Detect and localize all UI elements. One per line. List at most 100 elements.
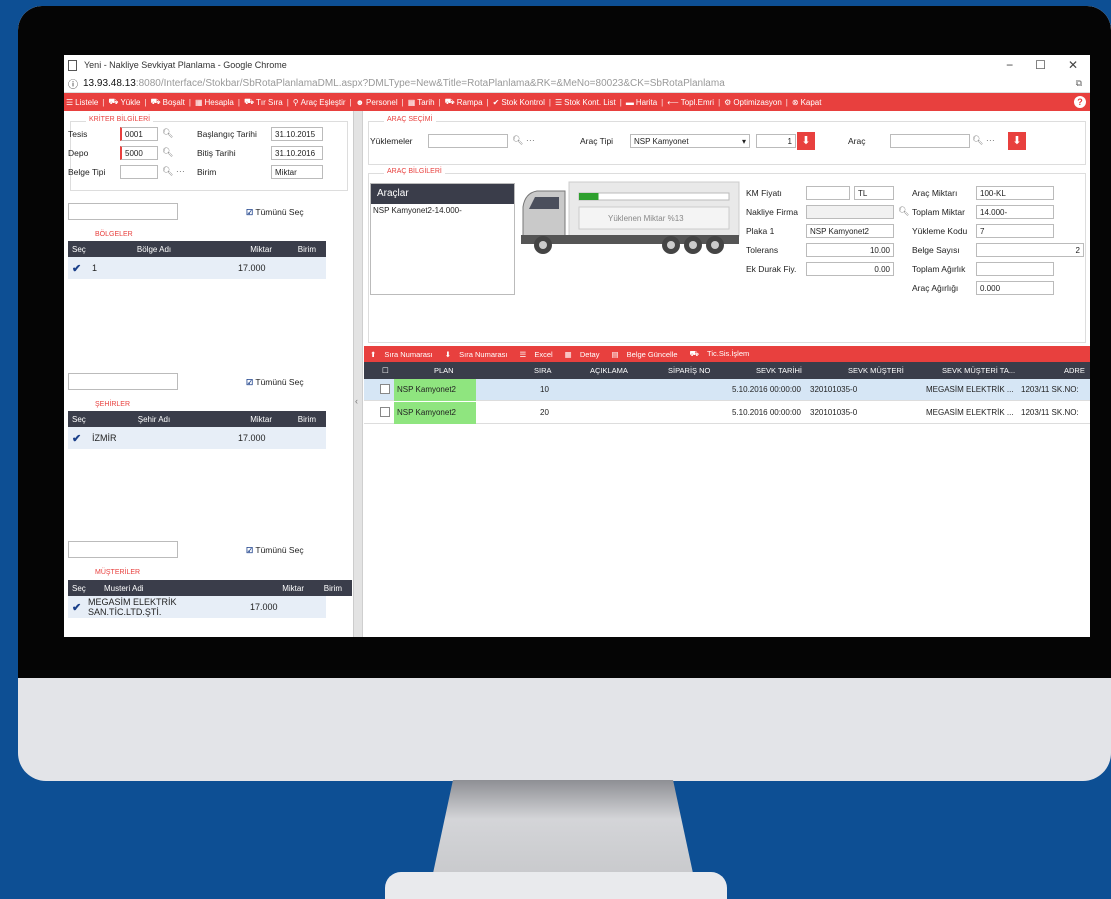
menu-kapat[interactable]: ⊗ Kapat xyxy=(790,98,824,107)
menu-hesapla[interactable]: ▦ Hesapla xyxy=(193,98,236,107)
checkbox-icon[interactable]: ✔ xyxy=(68,432,92,445)
bolge-filter-input[interactable] xyxy=(68,203,178,220)
arac-tipi-label: Araç Tipi xyxy=(580,136,614,146)
belge-tipi-input[interactable] xyxy=(120,165,158,179)
tesis-label: Tesis xyxy=(68,129,88,139)
calendar-icon: ▦ xyxy=(407,97,416,107)
km-fiyati-input[interactable] xyxy=(806,186,850,200)
table-row[interactable]: NSP Kamyonet2 20 5.10.2016 00:00:00 3201… xyxy=(364,402,1090,424)
arrow-down-icon: ⬇ xyxy=(444,349,452,359)
km-unit-select[interactable]: TL xyxy=(854,186,894,200)
calculator-icon: ▦ xyxy=(194,97,203,107)
checkbox-icon[interactable]: ✔ xyxy=(68,601,88,614)
search-icon[interactable]: 🔍︎ xyxy=(162,147,173,158)
menu-optimizasyon[interactable]: ⚙ Optimizasyon xyxy=(722,98,784,107)
menu-stok-kont-list[interactable]: ☰ Stok Kont. List xyxy=(553,98,618,107)
checkbox-icon[interactable]: ☑ xyxy=(246,546,253,555)
arac-tipi-select[interactable]: NSP Kamyonet ▾ xyxy=(630,134,750,148)
musteri-filter-input[interactable] xyxy=(68,541,178,558)
panel-splitter[interactable]: ‹ xyxy=(354,111,363,637)
collapse-arrow-icon[interactable]: ‹ xyxy=(355,396,358,406)
row-checkbox[interactable] xyxy=(380,384,390,394)
toplam-miktar-input[interactable]: 14.000- xyxy=(976,205,1054,219)
close-window-button[interactable]: ✕ xyxy=(1068,58,1078,72)
depo-input[interactable]: 5000 xyxy=(120,146,158,160)
bolge-select-all[interactable]: ☑ Tümünü Seç xyxy=(246,207,304,217)
ek-durak-input[interactable]: 0.00 xyxy=(806,262,894,276)
translate-icon[interactable]: ⧉ xyxy=(1076,78,1082,89)
menu-tarih[interactable]: ▦ Tarih xyxy=(406,98,437,107)
depo-label: Depo xyxy=(68,148,89,158)
tesis-input[interactable]: 0001 xyxy=(120,127,158,141)
sort-desc-button[interactable]: ⬇ Sıra Numarası xyxy=(439,350,514,359)
birim-select[interactable]: Miktar xyxy=(271,165,323,179)
araclar-list[interactable]: Araçlar NSP Kamyonet2-14.000- xyxy=(370,183,515,295)
optimize-icon: ⚙ xyxy=(724,97,732,107)
maximize-button[interactable]: ☐ xyxy=(1035,58,1046,72)
menu-listele[interactable]: ☰ Listele xyxy=(64,98,100,107)
checkbox-icon[interactable]: ☑ xyxy=(246,208,253,217)
table-row[interactable]: ✔ MEGASİM ELEKTRİK SAN.TİC.LTD.ŞTİ. 17.0… xyxy=(68,596,326,618)
tic-sis-islem-button[interactable]: ⛟ Tic.Sis.İşlem xyxy=(684,349,756,359)
search-icon[interactable]: 🔍︎ ··· xyxy=(512,135,535,146)
info-icon[interactable]: ⓘ xyxy=(68,76,78,91)
excel-button[interactable]: ☰ Excel xyxy=(514,350,559,359)
belge-guncelle-button[interactable]: ▤ Belge Güncelle xyxy=(605,350,683,359)
help-icon[interactable]: ? xyxy=(1074,96,1086,108)
plaka-input[interactable]: NSP Kamyonet2 xyxy=(806,224,894,238)
truck-icon: ⛟ xyxy=(444,97,455,106)
tolerans-input[interactable]: 10.00 xyxy=(806,243,894,257)
add-arac-button[interactable]: ⬇ xyxy=(1008,132,1026,150)
address-bar[interactable]: ⓘ 13.93.48.13 :8080/Interface/Stokbar/Sb… xyxy=(64,75,1090,93)
nakliye-label: Nakliye Firma xyxy=(746,207,798,217)
list-item[interactable]: NSP Kamyonet2-14.000- xyxy=(371,204,514,217)
menu-yukle[interactable]: ⛟ Yükle xyxy=(106,97,142,107)
quantity-input[interactable]: 1 xyxy=(756,134,796,148)
start-date-input[interactable]: 31.10.2015 xyxy=(271,127,323,141)
table-row[interactable]: NSP Kamyonet2 10 5.10.2016 00:00:00 3201… xyxy=(364,379,1090,401)
checkbox-icon[interactable]: ☑ xyxy=(246,378,253,387)
minimize-button[interactable]: − xyxy=(1006,58,1013,72)
table-row[interactable]: ✔ 1 17.000 xyxy=(68,257,326,279)
menu-personel[interactable]: ☻ Personel xyxy=(354,98,400,107)
arac-input[interactable] xyxy=(890,134,970,148)
search-icon[interactable]: 🔍︎ xyxy=(898,206,909,217)
menu-arac-eslestir[interactable]: ⚲ Araç Eşleştir xyxy=(291,98,348,107)
person-icon: ☻ xyxy=(355,97,365,107)
arac-label: Araç xyxy=(848,136,866,146)
truck-icon: ⛟ xyxy=(150,97,161,106)
table-row[interactable]: ✔ İZMİR 17.000 xyxy=(68,427,326,449)
add-down-button[interactable]: ⬇ xyxy=(797,132,815,150)
row-checkbox[interactable] xyxy=(380,407,390,417)
select-all-checkbox[interactable]: ☐ xyxy=(382,366,389,375)
arac-agirligi-input[interactable]: 0.000 xyxy=(976,281,1054,295)
criteria-title: KRİTER BİLGİLERİ xyxy=(86,116,154,123)
nakliye-input[interactable] xyxy=(806,205,894,219)
yuklemeler-input[interactable] xyxy=(428,134,508,148)
menu-harita[interactable]: ▬ Harita xyxy=(624,98,659,107)
musteri-select-all[interactable]: ☑ Tümünü Seç xyxy=(246,545,304,555)
detay-button[interactable]: ▦ Detay xyxy=(559,350,606,359)
menu-stok-kontrol[interactable]: ✔ Stok Kontrol xyxy=(491,98,547,107)
search-icon[interactable]: 🔍︎ ··· xyxy=(162,166,185,177)
arac-miktari-input[interactable]: 100-KL xyxy=(976,186,1054,200)
sehir-filter-input[interactable] xyxy=(68,373,178,390)
belge-sayisi-input[interactable]: 2 xyxy=(976,243,1084,257)
checkbox-icon[interactable]: ✔ xyxy=(68,262,92,275)
yukleme-kodu-input[interactable]: 7 xyxy=(976,224,1054,238)
menu-bosalt[interactable]: ⛟ Boşalt xyxy=(149,97,187,107)
menu-tir-sira[interactable]: ⛟ Tır Sıra xyxy=(242,97,285,107)
search-icon[interactable]: 🔍︎ ··· xyxy=(972,135,995,146)
menu-rampa[interactable]: ⛟ Rampa xyxy=(443,97,485,107)
sehir-select-all[interactable]: ☑ Tümünü Seç xyxy=(246,377,304,387)
search-icon[interactable]: 🔍︎ xyxy=(162,128,173,139)
title-bar: Yeni - Nakliye Sevkiyat Planlama - Googl… xyxy=(64,55,1090,75)
menu-topl-emri[interactable]: ⟵ Topl.Emri xyxy=(665,98,716,107)
page-icon xyxy=(68,59,77,71)
table-header: ☐ PLAN SIRA AÇIKLAMA SİPARİŞ NO SEVK TAR… xyxy=(364,362,1090,379)
bolgeler-header: Seç Bölge Adı Miktar Birim xyxy=(68,241,326,257)
toplam-agirlik-input[interactable] xyxy=(976,262,1054,276)
end-date-input[interactable]: 31.10.2016 xyxy=(271,146,323,160)
sort-asc-button[interactable]: ⬆ Sıra Numarası xyxy=(364,350,439,359)
main-toolbar: ☰ Listele | ⛟ Yükle | ⛟ Boşalt | ▦ Hesapla | ⛟ Tı… xyxy=(64,93,1090,111)
